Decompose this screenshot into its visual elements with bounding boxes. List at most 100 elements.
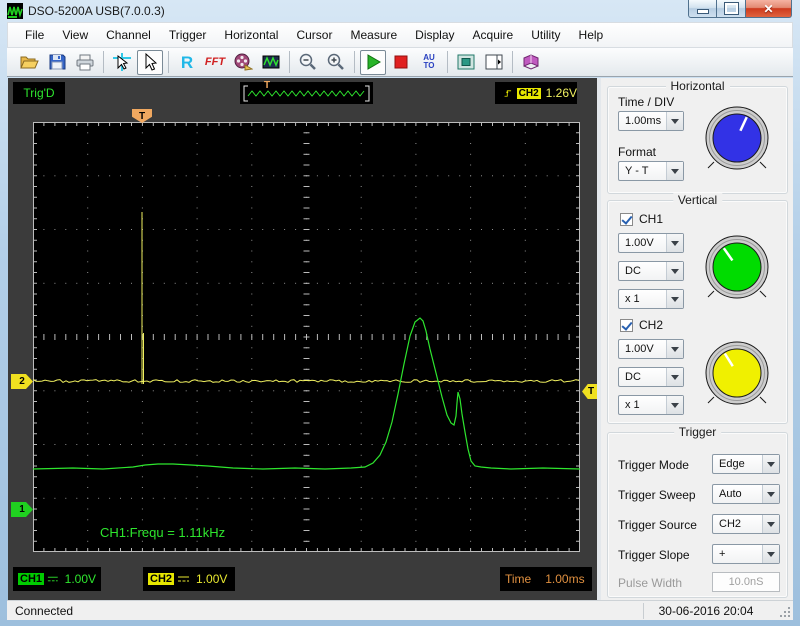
ch2-probe-combo[interactable]: x 1 (618, 395, 684, 415)
chevron-down-icon[interactable] (762, 515, 779, 533)
menu-cursor[interactable]: Cursor (287, 25, 341, 45)
pulse-width-value: 10.0nS (729, 576, 764, 588)
select-cursor-button[interactable] (137, 50, 163, 75)
ch1-coupling-combo[interactable]: DC (618, 261, 684, 281)
zoom-in-button[interactable] (323, 50, 349, 75)
measure-cursor-button[interactable] (109, 50, 135, 75)
panel-layout-button[interactable] (481, 50, 507, 75)
menu-horizontal[interactable]: Horizontal (215, 25, 287, 45)
ch2-knob[interactable] (702, 338, 772, 408)
control-panel: Horizontal Time / DIV 1.00ms Format Y - … (601, 78, 793, 600)
ch1-ground-marker[interactable]: 1 (11, 502, 33, 517)
menu-trigger[interactable]: Trigger (160, 25, 216, 45)
chevron-down-icon[interactable] (762, 455, 779, 473)
trigger-level-value: 1.26V (546, 86, 577, 100)
trigger-source-combo[interactable]: CH2 (712, 514, 780, 534)
chevron-down-icon[interactable] (666, 396, 683, 414)
trigger-status: Trig'D (23, 86, 54, 100)
trigger-group: Trigger Trigger Mode Edge Trigger Sweep … (607, 432, 788, 598)
toolbar-separator (289, 51, 290, 73)
save-button[interactable] (44, 50, 70, 75)
ch2-volts-combo[interactable]: 1.00V (618, 339, 684, 359)
menu-display[interactable]: Display (406, 25, 463, 45)
fft-button[interactable]: FFT (202, 50, 228, 75)
ch1-badge: CH1 (18, 573, 44, 585)
pulse-width-label: Pulse Width (618, 576, 682, 590)
help-button[interactable] (518, 50, 544, 75)
horizontal-knob[interactable] (702, 103, 772, 173)
trigger-position-marker[interactable]: T (132, 109, 152, 123)
scope-display-area[interactable]: CH1:Frequ = 1.11kHz (33, 122, 580, 552)
arrow-cursor-icon (140, 52, 160, 72)
chevron-down-icon[interactable] (666, 340, 683, 358)
zoom-out-button[interactable] (295, 50, 321, 75)
time-scale-readout: Time 1.00ms (500, 567, 592, 591)
ch2-coupling-value: DC (619, 371, 666, 383)
menu-acquire[interactable]: Acquire (464, 25, 523, 45)
ch2-coupling-combo[interactable]: DC (618, 367, 684, 387)
refresh-button[interactable]: R (174, 50, 200, 75)
menu-help[interactable]: Help (570, 25, 613, 45)
open-button[interactable] (16, 50, 42, 75)
refresh-r-icon: R (181, 54, 193, 71)
ch1-probe-combo[interactable]: x 1 (618, 289, 684, 309)
menu-utility[interactable]: Utility (522, 25, 569, 45)
trigger-sweep-combo[interactable]: Auto (712, 484, 780, 504)
chevron-down-icon[interactable] (666, 112, 683, 130)
time-div-combo-value: 1.00ms (619, 115, 666, 127)
save-floppy-icon (47, 52, 67, 72)
menu-file[interactable]: File (16, 25, 53, 45)
waveform-view-button[interactable] (258, 50, 284, 75)
menu-view[interactable]: View (53, 25, 97, 45)
full-screen-button[interactable] (453, 50, 479, 75)
trigger-mode-combo[interactable]: Edge (712, 454, 780, 474)
zoom-in-icon (326, 52, 346, 72)
chevron-down-icon[interactable] (666, 290, 683, 308)
trigger-slope-combo[interactable]: + (712, 544, 780, 564)
dc-coupling-icon (47, 574, 59, 584)
format-combo-value: Y - T (619, 165, 666, 177)
time-div-combo[interactable]: 1.00ms (618, 111, 684, 131)
zoom-out-icon (298, 52, 318, 72)
ch2-checkbox[interactable] (620, 319, 633, 332)
ch2-ground-marker[interactable]: 2 (11, 374, 33, 389)
ch1-checkbox-label: CH1 (639, 212, 663, 226)
time-div-value: 1.00ms (545, 572, 584, 586)
trigger-info-box: CH2 1.26V (495, 82, 577, 104)
play-icon (363, 52, 383, 72)
chevron-down-icon[interactable] (666, 262, 683, 280)
ch2-volts-value: 1.00V (619, 343, 666, 355)
waveform-icon (261, 52, 281, 72)
run-button[interactable] (360, 50, 386, 75)
scope-region: Trig'D T CH2 1.26V CH1:Frequ = 1.11kHz T… (8, 78, 597, 600)
chevron-down-icon[interactable] (666, 162, 683, 180)
preview-wave (240, 82, 373, 104)
chevron-down-icon[interactable] (762, 545, 779, 563)
print-button[interactable] (72, 50, 98, 75)
toolbar-separator (168, 51, 169, 73)
record-button[interactable] (230, 50, 256, 75)
ch1-knob[interactable] (702, 232, 772, 302)
time-div-label: Time / DIV (618, 95, 674, 109)
status-separator (643, 603, 644, 619)
record-preview[interactable]: T (240, 82, 373, 104)
maximize-button[interactable] (717, 0, 745, 18)
chevron-down-icon[interactable] (666, 234, 683, 252)
autoset-button[interactable]: AUTO (416, 50, 442, 75)
toolbar: R FFT AUTO (7, 48, 793, 77)
chevron-down-icon[interactable] (762, 485, 779, 503)
ch1-volts-combo[interactable]: 1.00V (618, 233, 684, 253)
ch2-probe-value: x 1 (619, 399, 666, 411)
trigger-status-box: Trig'D (13, 82, 65, 104)
fft-icon: FFT (205, 57, 225, 68)
resize-grip[interactable] (780, 607, 790, 617)
menu-measure[interactable]: Measure (341, 25, 406, 45)
format-combo[interactable]: Y - T (618, 161, 684, 181)
menu-channel[interactable]: Channel (97, 25, 160, 45)
stop-button[interactable] (388, 50, 414, 75)
minimize-button[interactable] (688, 0, 717, 18)
measure-cursor-icon (112, 52, 132, 72)
chevron-down-icon[interactable] (666, 368, 683, 386)
close-button[interactable]: ✕ (745, 0, 792, 18)
ch1-checkbox[interactable] (620, 213, 633, 226)
